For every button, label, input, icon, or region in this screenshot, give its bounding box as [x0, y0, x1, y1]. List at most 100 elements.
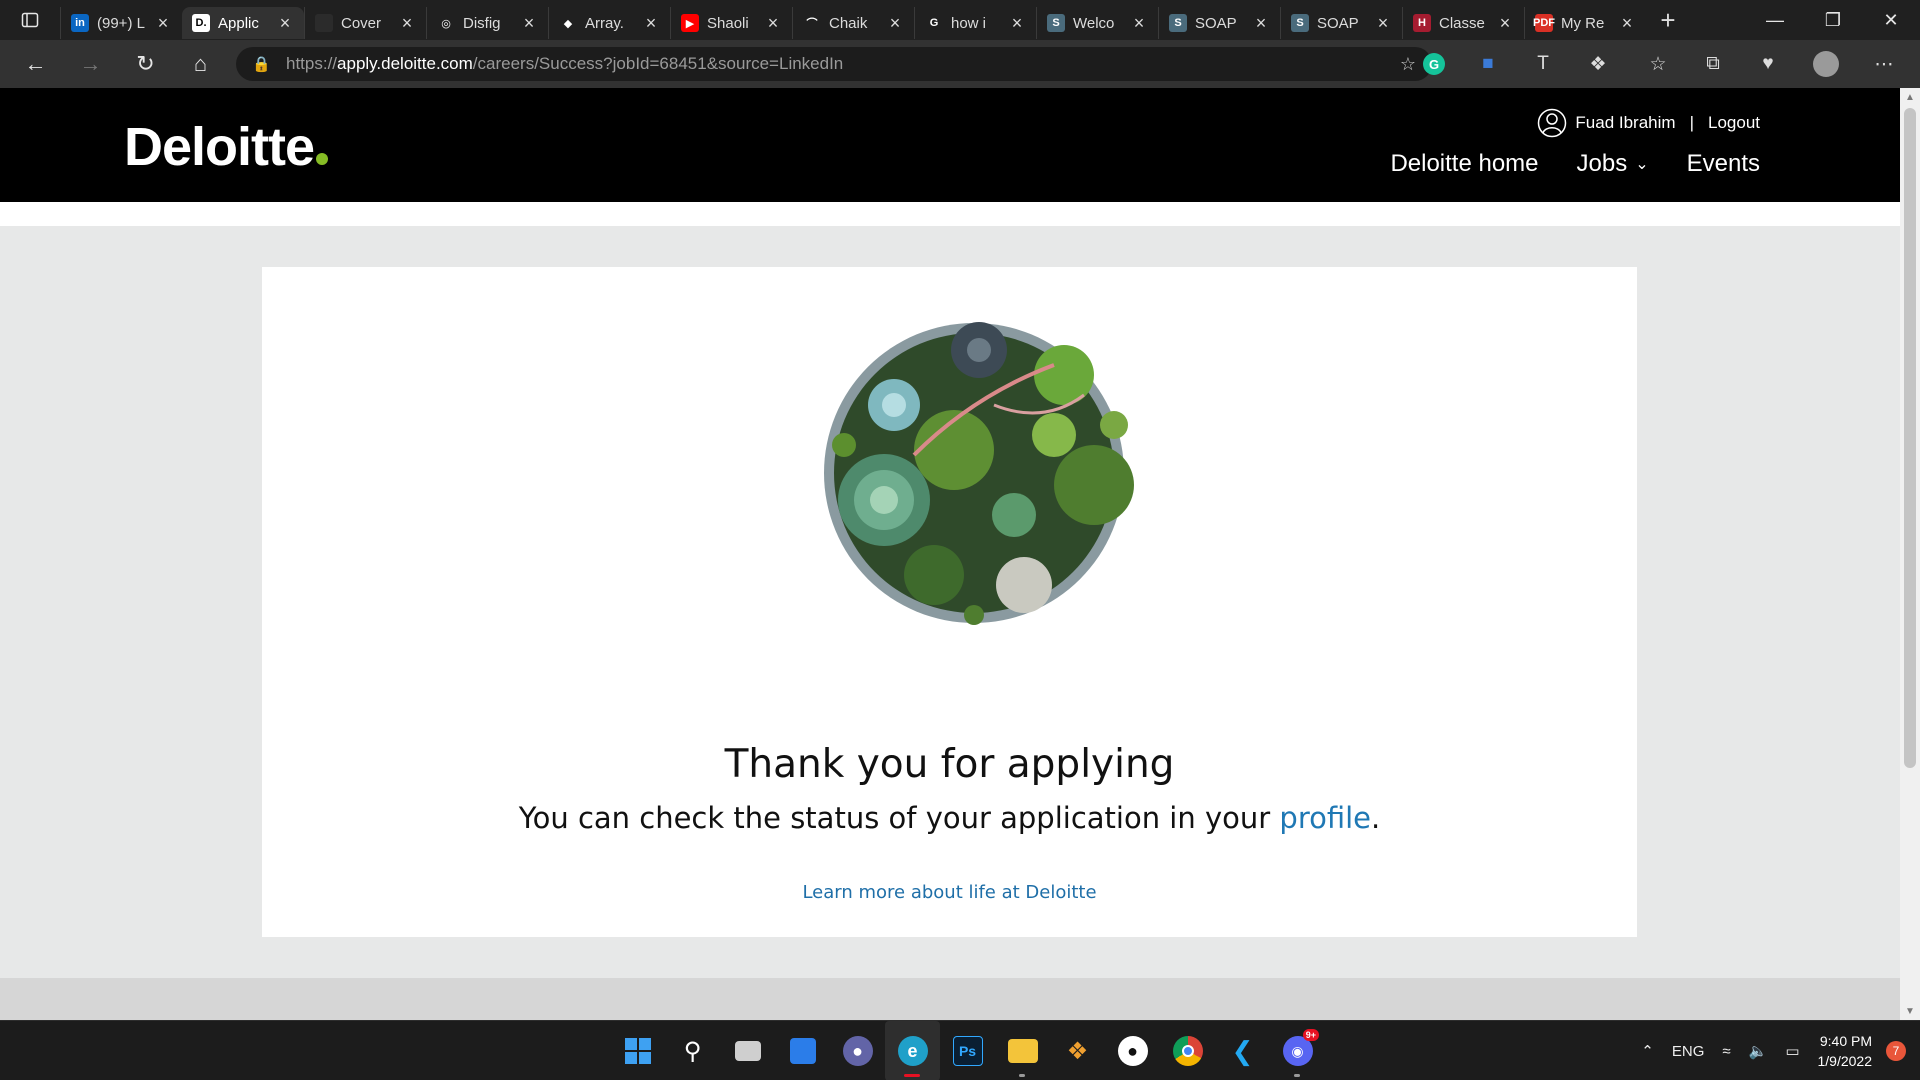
clock[interactable]: 9:40 PM 1/9/2022	[1818, 1031, 1873, 1071]
close-tab-icon[interactable]: ×	[1374, 13, 1392, 34]
chrome-taskbar-button[interactable]	[1160, 1021, 1215, 1080]
file-explorer-button[interactable]	[995, 1021, 1050, 1080]
language-indicator[interactable]: ENG	[1672, 1043, 1705, 1060]
restore-button[interactable]: ❐	[1804, 0, 1862, 40]
profile-avatar-icon[interactable]	[1808, 48, 1844, 80]
close-tab-icon[interactable]: ×	[1618, 13, 1636, 34]
panda-app-button[interactable]: ●	[1105, 1021, 1160, 1080]
browser-tab[interactable]: H Classe ×	[1402, 7, 1524, 39]
volume-icon[interactable]: 🔈	[1749, 1042, 1768, 1060]
new-tab-button[interactable]: +	[1646, 0, 1690, 40]
close-tab-icon[interactable]: ×	[1252, 13, 1270, 34]
browser-tab[interactable]: S SOAP ×	[1280, 7, 1402, 39]
scroll-down-arrow-icon[interactable]: ▼	[1900, 1002, 1920, 1020]
photoshop-icon: Ps	[952, 1036, 983, 1066]
task-view-icon	[734, 1041, 761, 1061]
task-view-button[interactable]	[720, 1021, 775, 1080]
close-tab-icon[interactable]: ×	[398, 13, 416, 34]
teams-chat-button[interactable]: ●	[830, 1021, 885, 1080]
close-tab-icon[interactable]: ×	[154, 13, 172, 34]
widgets-button[interactable]	[775, 1021, 830, 1080]
forward-button[interactable]: →	[63, 40, 118, 88]
tab-title: Disfig	[463, 14, 501, 32]
settings-more-icon[interactable]: ⋯	[1866, 48, 1902, 80]
scroll-up-arrow-icon[interactable]: ▲	[1900, 88, 1920, 106]
browser-tab[interactable]: ⌒ Chaik ×	[792, 7, 914, 39]
openai-icon: ◎	[437, 14, 455, 32]
close-tab-icon[interactable]: ×	[764, 13, 782, 34]
wifi-icon[interactable]: ≈	[1722, 1043, 1730, 1060]
nav-events[interactable]: Events	[1687, 150, 1760, 178]
tab-title: Welco	[1073, 14, 1115, 32]
close-tab-icon[interactable]: ×	[886, 13, 904, 34]
diamond-app-icon: ❖	[1066, 1037, 1089, 1065]
close-tab-icon[interactable]: ×	[1008, 13, 1026, 34]
tab-title: (99+) L	[97, 14, 145, 32]
learn-more-link[interactable]: Learn more about life at Deloitte	[262, 882, 1637, 903]
git-app-button[interactable]: ❖	[1050, 1021, 1105, 1080]
nav-deloitte-home[interactable]: Deloitte home	[1390, 150, 1538, 178]
address-bar[interactable]: 🔒 https://apply.deloitte.com/careers/Suc…	[236, 47, 1432, 81]
extensions-puzzle-icon[interactable]: ❖	[1580, 48, 1616, 80]
search-button[interactable]: ⚲	[665, 1021, 720, 1080]
browser-tab[interactable]: S Welco ×	[1036, 7, 1158, 39]
minimize-button[interactable]: —	[1746, 0, 1804, 40]
browser-tab[interactable]: ▶ Shaoli ×	[670, 7, 792, 39]
battery-icon[interactable]: ▭	[1785, 1042, 1799, 1060]
browser-tab[interactable]: ◎ Disfig ×	[426, 7, 548, 39]
deloitte-icon: D.	[192, 14, 210, 32]
tab-title: Applic	[218, 14, 259, 32]
vscode-taskbar-button[interactable]: ❮	[1215, 1021, 1270, 1080]
close-tab-icon[interactable]: ×	[520, 13, 538, 34]
tab-actions-icon[interactable]	[0, 0, 60, 40]
footer-band	[0, 978, 1900, 1020]
browser-tab[interactable]: ◆ Array. ×	[548, 7, 670, 39]
clock-time: 9:40 PM	[1819, 1033, 1872, 1049]
tab-title: Cover	[341, 14, 382, 32]
page-scrollbar[interactable]: ▲ ▼	[1900, 88, 1920, 1020]
scrollbar-thumb[interactable]	[1904, 108, 1916, 768]
nav-jobs[interactable]: Jobs	[1577, 150, 1628, 178]
close-window-button[interactable]: ✕	[1862, 0, 1920, 40]
favorites-icon[interactable]: ☆	[1640, 48, 1676, 80]
profile-link[interactable]: profile	[1279, 801, 1371, 835]
page-title: Thank you for applying	[724, 742, 1175, 787]
browser-tab[interactable]: S SOAP ×	[1158, 7, 1280, 39]
lock-icon[interactable]: 🔒	[252, 55, 274, 73]
close-tab-icon[interactable]: ×	[642, 13, 660, 34]
grammarly-extension-icon[interactable]: G	[1416, 48, 1452, 80]
show-hidden-icons-chevron-icon[interactable]: ⌃	[1641, 1042, 1654, 1060]
notification-badge[interactable]: 7	[1886, 1041, 1906, 1061]
browser-tab[interactable]: Ghow i ×	[914, 7, 1036, 39]
deloitte-logo[interactable]: Deloitte	[124, 116, 329, 178]
close-tab-icon[interactable]: ×	[1130, 13, 1148, 34]
start-button[interactable]	[610, 1021, 665, 1080]
photoshop-taskbar-button[interactable]: Ps	[940, 1021, 995, 1080]
t-extension-icon[interactable]: T	[1525, 48, 1561, 80]
tab-title: Shaoli	[707, 14, 749, 32]
logout-link[interactable]: Logout	[1708, 113, 1760, 133]
status-message-text: You can check the status of your applica…	[518, 801, 1280, 835]
user-name[interactable]: Fuad Ibrahim	[1575, 113, 1675, 133]
home-button[interactable]: ⌂	[173, 40, 228, 88]
close-tab-icon[interactable]: ×	[276, 13, 294, 34]
tab-title: SOAP	[1195, 14, 1237, 32]
browser-tab[interactable]: PDF My Re ×	[1524, 7, 1646, 39]
tab-title: Array.	[585, 14, 624, 32]
browser-tab[interactable]: Cover ×	[304, 7, 426, 39]
close-tab-icon[interactable]: ×	[1496, 13, 1514, 34]
browser-tab[interactable]: D. Applic ×	[182, 7, 304, 39]
edge-taskbar-button[interactable]: e	[885, 1021, 940, 1080]
discord-taskbar-button[interactable]: ◉ 9+	[1270, 1021, 1325, 1080]
extension-icon[interactable]: ■	[1470, 48, 1506, 80]
refresh-button[interactable]: ↻	[118, 40, 173, 88]
panda-icon: ●	[1117, 1036, 1148, 1066]
browser-essentials-icon[interactable]: ♥	[1750, 48, 1786, 80]
add-favorite-icon[interactable]: ☆	[1400, 54, 1416, 75]
s-icon: S	[1047, 14, 1065, 32]
back-button[interactable]: ←	[8, 40, 63, 88]
folder-icon	[1007, 1039, 1038, 1063]
browser-tab[interactable]: in (99+) L ×	[60, 7, 182, 39]
chevron-down-icon[interactable]: ⌄	[1635, 154, 1648, 174]
collections-icon[interactable]: ⧉	[1695, 48, 1731, 80]
